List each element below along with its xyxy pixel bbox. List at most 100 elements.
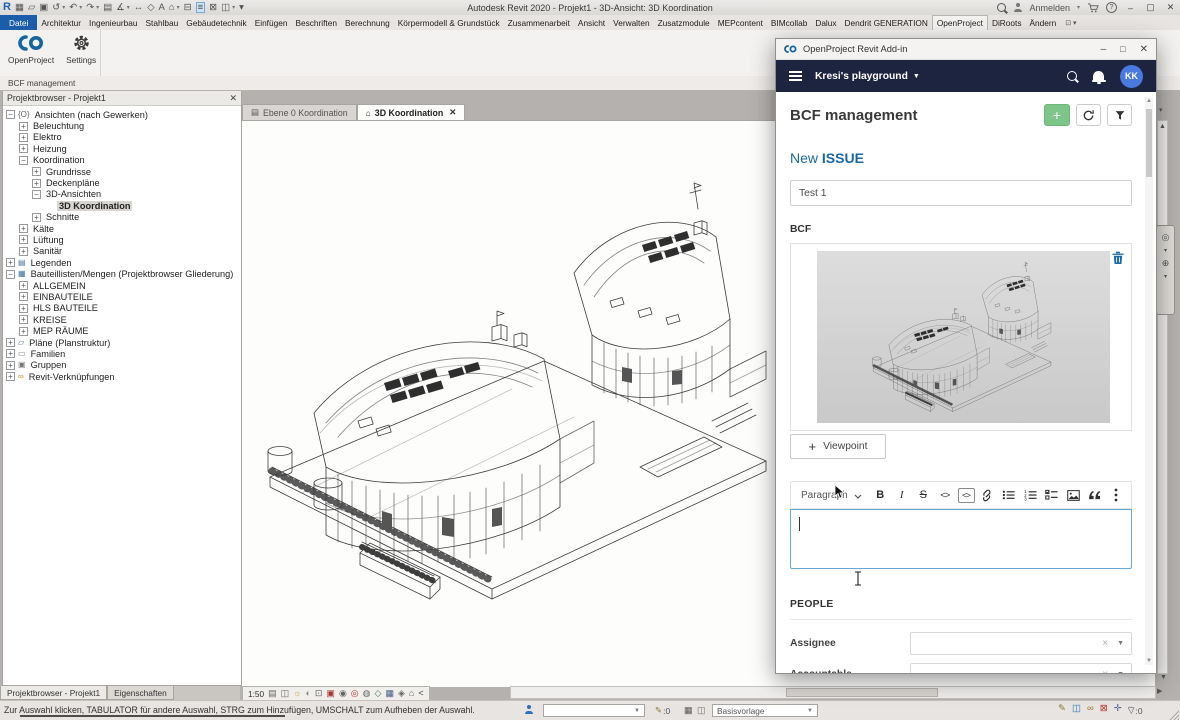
editing-requests-icon[interactable]: ◫ (1072, 704, 1081, 714)
ribbon-tab-beschriften[interactable]: Beschriften (291, 15, 341, 30)
ribbon-tab-zusammenarbeit[interactable]: Zusammenarbeit (504, 15, 574, 30)
ribbon-tab-einfügen[interactable]: Einfügen (251, 15, 292, 30)
analytical-model-icon[interactable]: ⌂ (409, 689, 414, 698)
synchronize-dropdown-icon[interactable]: ▾ (62, 4, 65, 11)
filter-button[interactable] (1107, 104, 1132, 126)
clear-icon[interactable]: × (1102, 669, 1108, 673)
displaced-elements-icon[interactable]: ◈ (398, 689, 405, 698)
section-icon[interactable]: ⊟ (184, 3, 192, 13)
switch-windows-dropdown-icon[interactable]: ▾ (232, 4, 235, 11)
select-toggle-icon[interactable]: ✛ (1114, 704, 1122, 714)
tree-item-deckenpläne[interactable]: +Deckenpläne (3, 177, 241, 188)
tree-expander-icon[interactable]: + (19, 292, 28, 301)
accountable-select[interactable]: × ▼ (910, 663, 1132, 673)
aligned-dimension-icon[interactable]: ↔ (134, 3, 144, 13)
settings-button[interactable]: Settings (66, 34, 96, 76)
ribbon-tab-stahlbau[interactable]: Stahlbau (141, 15, 182, 30)
app-store-cart-icon[interactable] (1087, 3, 1099, 13)
avatar[interactable]: KK (1120, 65, 1143, 88)
scroll-right-icon[interactable]: ▶ (1157, 687, 1162, 695)
italic-icon[interactable]: I (891, 485, 913, 505)
close-button[interactable]: ✕ (1164, 2, 1177, 13)
ribbon-tab-verwalten[interactable]: Verwalten (609, 15, 653, 30)
tree-expander-icon[interactable]: − (6, 270, 15, 279)
visual-style-icon[interactable]: ◫ (281, 689, 290, 698)
ribbon-tab-mepcontent[interactable]: MEPcontent (714, 15, 767, 30)
chevron-down-icon[interactable] (854, 486, 862, 504)
assignee-select[interactable]: × ▼ (910, 632, 1132, 655)
default-3d-view-dropdown-icon[interactable]: ▾ (177, 4, 180, 11)
workset-select[interactable]: ▼ (543, 704, 645, 717)
menu-icon[interactable] (789, 75, 802, 77)
zoom-tool-icon[interactable]: ⊕ (1162, 258, 1170, 269)
view-scale[interactable]: 1:50 (248, 689, 264, 699)
tree-expander-icon[interactable]: − (32, 190, 41, 199)
sun-path-icon[interactable]: ☼ (293, 689, 301, 698)
tree-item-kreise[interactable]: +KREISE (3, 314, 241, 325)
tree-item-kälte[interactable]: +Kälte (3, 223, 241, 234)
lock-3d-view-icon[interactable]: ◉ (339, 689, 347, 698)
temporary-view-properties-icon[interactable]: ▦ (385, 689, 394, 698)
undo-dropdown-icon[interactable]: ▾ (79, 4, 82, 11)
save-icon[interactable]: ▣ (39, 3, 48, 13)
shadows-icon[interactable]: ◐ (305, 689, 310, 698)
account-icon[interactable] (1013, 3, 1022, 12)
search-icon[interactable] (997, 3, 1006, 12)
tree-expander-icon[interactable]: + (19, 224, 28, 233)
synchronize-icon[interactable]: ↺ (52, 3, 60, 13)
bold-icon[interactable]: B (870, 485, 892, 505)
description-editor[interactable] (790, 509, 1132, 569)
tree-item-sanitär[interactable]: +Sanitär (3, 246, 241, 257)
file-tab[interactable]: Datei (0, 15, 37, 30)
tree-item-heizung[interactable]: +Heizung (3, 143, 241, 154)
signin-label[interactable]: Anmelden (1029, 3, 1070, 13)
switch-windows-icon[interactable]: ◫ (221, 3, 230, 13)
close-inactive-windows-icon[interactable]: ⊠ (209, 3, 217, 13)
editing-user-icon[interactable] (524, 705, 533, 714)
tree-item-revit-verknüpfungen[interactable]: +∞Revit-Verknüpfungen (3, 371, 241, 382)
tree-item-3d-ansichten[interactable]: −3D-Ansichten (3, 189, 241, 200)
modify-dropdown-icon[interactable]: ⊡ ▾ (1060, 15, 1081, 30)
view-tab-ebene-0-koordination[interactable]: ▤Ebene 0 Koordination (242, 104, 357, 120)
ribbon-tab-ingenieurbau[interactable]: Ingenieurbau (85, 15, 141, 30)
canvas-horizontal-scrollbar[interactable] (510, 686, 1156, 699)
tree-expander-icon[interactable]: + (19, 304, 28, 313)
resize-grip[interactable] (1169, 710, 1179, 720)
openproject-button[interactable]: OpenProject (8, 34, 54, 76)
temporary-hide-icon[interactable]: ◎ (351, 689, 359, 698)
scroll-up-icon[interactable]: ▲ (1159, 123, 1166, 130)
tree-item-familien[interactable]: +▭Familien (3, 348, 241, 359)
ribbon-tab-diroots[interactable]: DiRoots (988, 15, 1026, 30)
tree-item-hls-bauteile[interactable]: +HLS BAUTEILE (3, 303, 241, 314)
link-icon[interactable] (977, 485, 999, 505)
tree-item-pläne-planstruktur[interactable]: +▱Pläne (Planstruktur) (3, 337, 241, 348)
tree-expander-icon[interactable]: + (6, 258, 15, 267)
close-view-icon[interactable]: ✕ (449, 107, 456, 118)
print-icon[interactable]: ▤ (103, 3, 112, 13)
open-file-icon[interactable]: ▱ (28, 3, 35, 13)
dialog-minimize-button[interactable]: – (1101, 44, 1107, 55)
measure-icon[interactable]: ∡ (116, 3, 125, 13)
tree-expander-icon[interactable]: + (6, 338, 15, 347)
reveal-hidden-icon[interactable]: ◍ (363, 689, 371, 698)
text-icon[interactable]: A (159, 3, 165, 13)
tree-item-legenden[interactable]: +▤Legenden (3, 257, 241, 268)
filter-count[interactable]: ▽:0 (1128, 705, 1143, 716)
restore-button[interactable]: ▢ (1144, 2, 1157, 13)
tree-expander-icon[interactable]: + (6, 372, 15, 381)
ribbon-tab-gebäudetechnik[interactable]: Gebäudetechnik (182, 15, 250, 30)
view-tab-3d-koordination[interactable]: ⌂3D Koordination✕ (357, 104, 466, 120)
wheel-dropdown-icon[interactable]: ▾ (1164, 247, 1167, 254)
zoom-dropdown-icon[interactable]: ▾ (1164, 273, 1167, 280)
block-quote-icon[interactable] (1084, 485, 1106, 505)
crop-view-icon[interactable]: ⊡ (315, 689, 323, 698)
ribbon-tab-körpermodell-grundstück[interactable]: Körpermodell & Grundstück (394, 15, 504, 30)
tree-expander-icon[interactable]: + (19, 327, 28, 336)
tree-expander-icon[interactable]: + (19, 144, 28, 153)
bottom-tab-projektbrowser[interactable]: Projektbrowser - Projekt1 (0, 686, 107, 700)
dialog-close-button[interactable]: ✕ (1140, 44, 1148, 55)
dialog-scroll-thumb[interactable] (1146, 109, 1152, 177)
more-options-icon[interactable] (1106, 485, 1128, 505)
default-3d-view-icon[interactable]: ⌂ (169, 3, 175, 13)
links-icon[interactable]: ∞ (1087, 704, 1094, 714)
